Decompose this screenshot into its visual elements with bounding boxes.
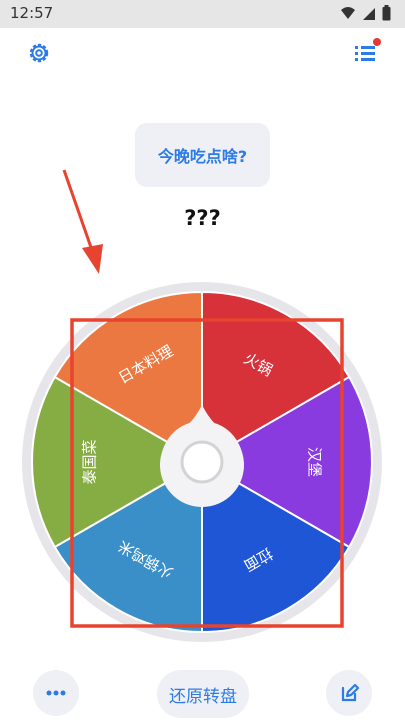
reset-wheel-label: 还原转盘: [169, 686, 237, 707]
wheel-slice-label: 泰国菜: [81, 439, 99, 484]
arrow-head: [82, 244, 103, 274]
edit-button[interactable]: [326, 670, 372, 716]
spin-wheel[interactable]: 火锅汉堡拉面火锅鸡米泰国菜日本料理: [0, 0, 405, 720]
reset-wheel-button[interactable]: 还原转盘: [157, 670, 249, 718]
arrow-line: [62, 169, 96, 257]
more-button[interactable]: [33, 670, 79, 716]
wheel-slice-label: 汉堡: [306, 447, 324, 477]
hub-ring-icon: [180, 440, 224, 484]
edit-icon: [341, 683, 360, 702]
more-dots-icon: [46, 690, 66, 696]
annotation-arrow: [62, 169, 103, 274]
